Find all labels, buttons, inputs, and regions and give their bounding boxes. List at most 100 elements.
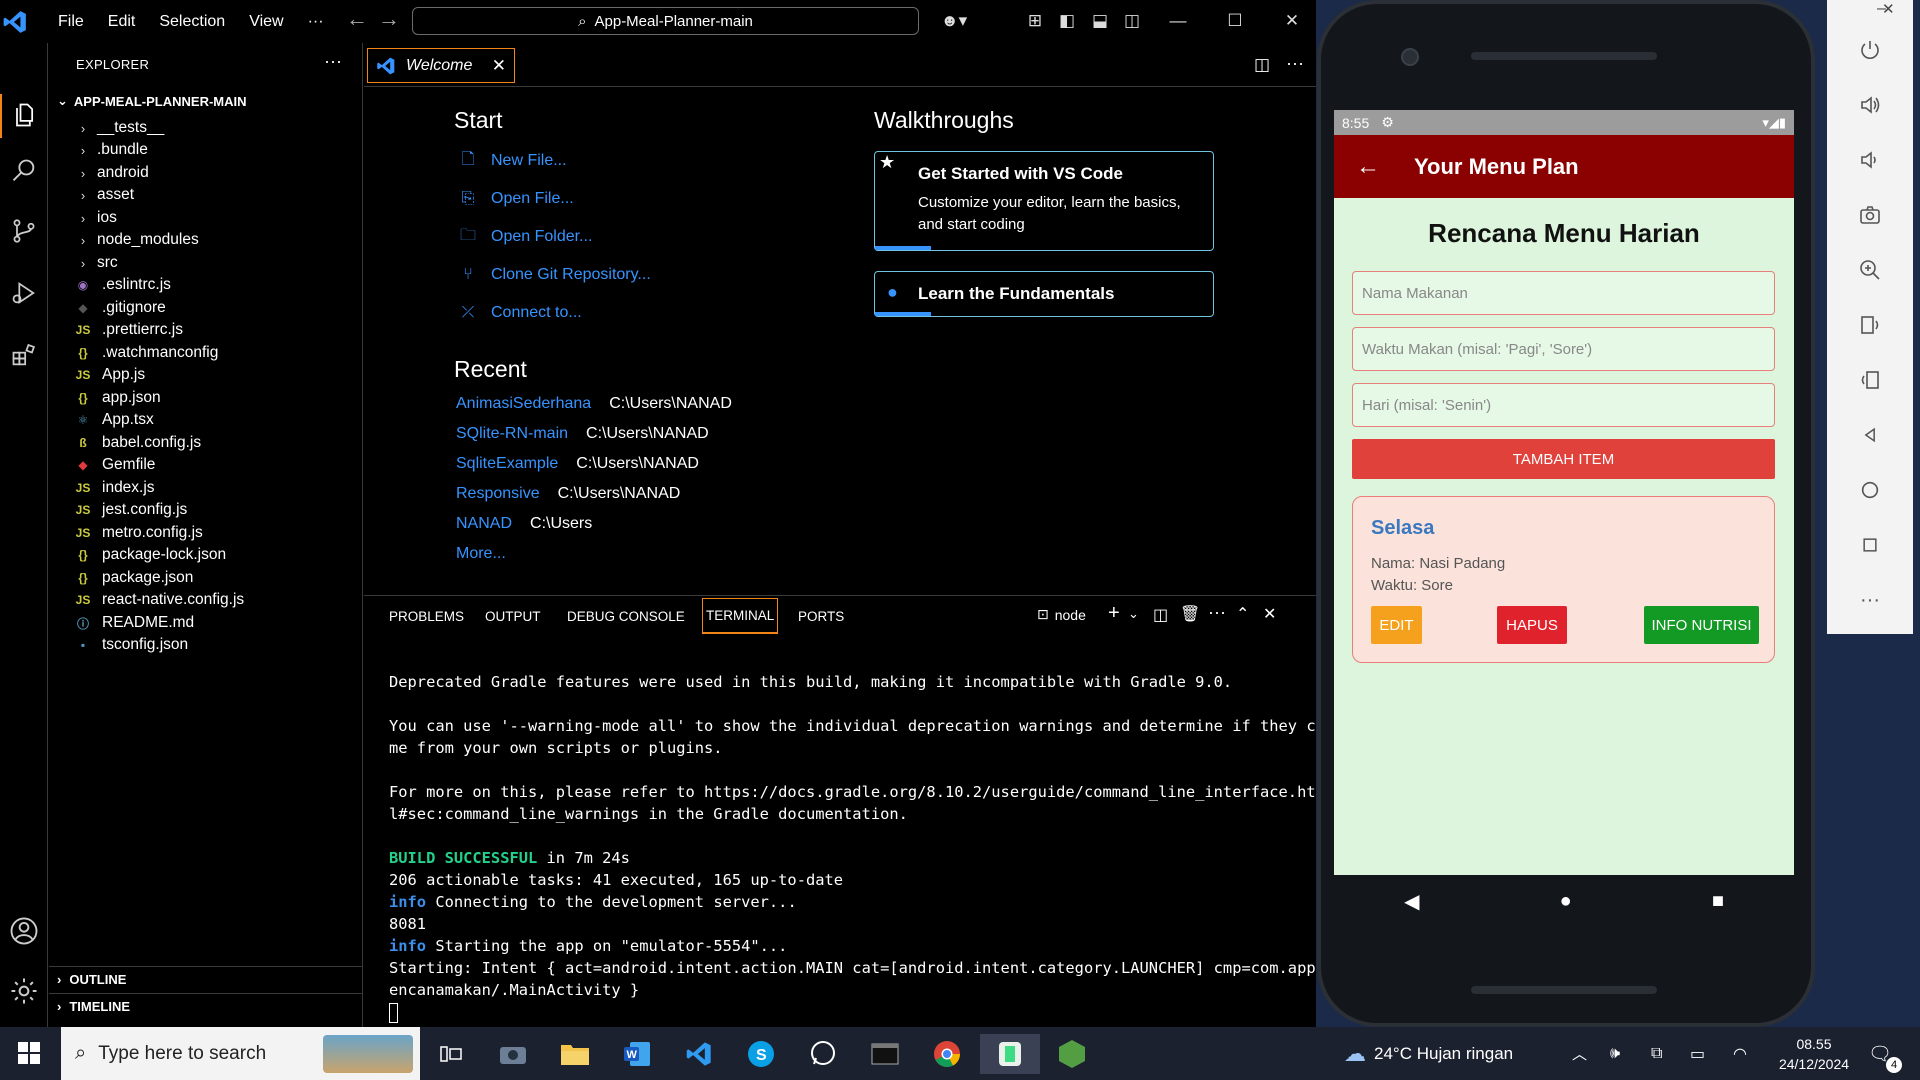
walkthrough-get-started[interactable]: ★ Get Started with VS Code Customize you…: [874, 151, 1214, 251]
rotate-right-icon[interactable]: [1854, 364, 1886, 396]
android-studio-icon[interactable]: [980, 1034, 1040, 1074]
weather-widget[interactable]: ☁ 24°C Hujan ringan: [1344, 1027, 1513, 1080]
clone-repo-link[interactable]: ⑂ Clone Git Repository...: [455, 262, 651, 288]
run-debug-icon[interactable]: [4, 273, 44, 313]
volume-up-icon[interactable]: [1854, 89, 1886, 121]
task-view-icon[interactable]: [428, 1034, 474, 1074]
meal-time-input[interactable]: Waktu Makan (misal: 'Pagi', 'Sore'): [1352, 327, 1775, 371]
nodejs-icon[interactable]: [1048, 1034, 1096, 1074]
tree-file[interactable]: {} app.json: [73, 387, 363, 409]
tree-folder[interactable]: › __tests__: [73, 117, 363, 139]
tree-file[interactable]: ◉ .eslintrc.js: [73, 274, 363, 296]
recent-item[interactable]: Responsive C:\Users\NANAD: [456, 485, 680, 503]
home-icon[interactable]: [1854, 474, 1886, 506]
maximize-icon[interactable]: ☐: [1225, 11, 1245, 31]
back-icon[interactable]: [1854, 419, 1886, 451]
more-options-icon[interactable]: ···: [1854, 584, 1886, 616]
layout-customize-icon[interactable]: ⊞: [1025, 11, 1045, 31]
menu-more[interactable]: ···: [296, 13, 336, 31]
tree-file[interactable]: ◆ .gitignore: [73, 297, 363, 319]
tree-file[interactable]: JS react-native.config.js: [73, 589, 363, 611]
search-icon[interactable]: [4, 151, 44, 191]
close-icon[interactable]: ✕: [1282, 11, 1302, 31]
nav-home-icon[interactable]: ●: [1560, 890, 1572, 913]
rotate-left-icon[interactable]: [1854, 309, 1886, 341]
tree-file[interactable]: JS .prettierrc.js: [73, 319, 363, 341]
screenshot-camera-icon[interactable]: [1854, 199, 1886, 231]
toggle-panel-icon[interactable]: ⬓: [1090, 11, 1110, 31]
project-root-header[interactable]: ⌄ APP-MEAL-PLANNER-MAIN: [57, 93, 247, 109]
delete-button[interactable]: HAPUS: [1497, 606, 1567, 644]
walkthrough-fundamentals[interactable]: ● Learn the Fundamentals: [874, 271, 1214, 317]
chevron-down-icon[interactable]: ⌄: [1128, 606, 1139, 622]
clock[interactable]: 08.55 24/12/2024: [1767, 1027, 1861, 1080]
tree-file[interactable]: ⚛ App.tsx: [73, 409, 363, 431]
tree-folder[interactable]: › ios: [73, 207, 363, 229]
explorer-more-icon[interactable]: ···: [324, 51, 342, 72]
battery-icon[interactable]: ▭: [1690, 1027, 1705, 1080]
menu-view[interactable]: View: [237, 13, 295, 31]
toggle-secondary-sidebar-icon[interactable]: ◫: [1122, 11, 1142, 31]
tab-output[interactable]: OUTPUT: [485, 596, 541, 636]
trash-icon[interactable]: 🗑: [1180, 604, 1200, 624]
close-panel-icon[interactable]: ✕: [1263, 604, 1276, 624]
explorer-icon[interactable]: [4, 95, 44, 135]
volume-down-icon[interactable]: [1854, 144, 1886, 176]
recent-item[interactable]: SQlite-RN-main C:\Users\NANAD: [456, 425, 709, 443]
timeline-section[interactable]: › TIMELINE: [49, 993, 363, 1019]
tree-file[interactable]: {} package.json: [73, 567, 363, 589]
word-icon[interactable]: W: [614, 1034, 660, 1074]
windows-start-icon[interactable]: [18, 1042, 40, 1069]
split-editor-icon[interactable]: ◫: [1254, 55, 1270, 75]
zoom-icon[interactable]: [1854, 254, 1886, 286]
tree-file[interactable]: {} .watchmanconfig: [73, 342, 363, 364]
tab-problems[interactable]: PROBLEMS: [389, 596, 464, 636]
notifications-icon[interactable]: 🗨 4: [1868, 1027, 1902, 1080]
recent-item[interactable]: AnimasiSederhana C:\Users\NANAD: [456, 395, 732, 413]
wifi-icon[interactable]: ◠: [1733, 1027, 1747, 1080]
outline-section[interactable]: › OUTLINE: [49, 966, 363, 992]
day-input[interactable]: Hari (misal: 'Senin'): [1352, 383, 1775, 427]
source-control-icon[interactable]: [4, 211, 44, 251]
toggle-sidebar-icon[interactable]: ◧: [1057, 11, 1077, 31]
vscode-taskbar-icon[interactable]: [676, 1034, 722, 1074]
food-name-input[interactable]: Nama Makanan: [1352, 271, 1775, 315]
whatsapp-icon[interactable]: [800, 1034, 846, 1074]
nav-recents-icon[interactable]: ■: [1712, 890, 1724, 913]
editor-more-icon[interactable]: ···: [1286, 53, 1304, 74]
overview-icon[interactable]: [1854, 529, 1886, 561]
account-icon[interactable]: [4, 911, 44, 951]
tree-file[interactable]: ß babel.config.js: [73, 432, 363, 454]
more-recent-link[interactable]: More...: [456, 545, 506, 563]
tab-ports[interactable]: PORTS: [798, 596, 844, 636]
menu-file[interactable]: File: [46, 13, 96, 31]
power-icon[interactable]: [1854, 34, 1886, 66]
panel-more-icon[interactable]: ···: [1208, 602, 1226, 623]
tree-file[interactable]: JS metro.config.js: [73, 522, 363, 544]
maximize-panel-icon[interactable]: ⌃: [1236, 604, 1249, 624]
tree-folder[interactable]: › android: [73, 162, 363, 184]
command-center-search[interactable]: ⌕ App-Meal-Planner-main: [412, 7, 919, 35]
add-item-button[interactable]: TAMBAH ITEM: [1352, 439, 1775, 479]
split-terminal-icon[interactable]: ◫: [1153, 605, 1168, 625]
nutrition-info-button[interactable]: INFO NUTRISI: [1644, 606, 1759, 644]
close-icon[interactable]: ✕: [1882, 0, 1895, 18]
close-tab-icon[interactable]: ✕: [492, 56, 506, 76]
camera-app-icon[interactable]: [490, 1034, 536, 1074]
tree-folder[interactable]: › asset: [73, 184, 363, 206]
chevron-up-icon[interactable]: ︿: [1572, 1027, 1587, 1080]
open-folder-link[interactable]: 🗀 Open Folder...: [455, 224, 592, 250]
menu-selection[interactable]: Selection: [147, 13, 237, 31]
menu-edit[interactable]: Edit: [96, 13, 148, 31]
tab-debug-console[interactable]: DEBUG CONSOLE: [567, 596, 685, 636]
open-file-link[interactable]: ⎘ Open File...: [455, 186, 574, 212]
forward-arrow-icon[interactable]: →: [372, 6, 406, 32]
terminal-app-icon[interactable]: [862, 1034, 908, 1074]
back-arrow-icon[interactable]: ←: [340, 6, 374, 32]
file-explorer-icon[interactable]: [552, 1034, 598, 1074]
tree-file[interactable]: ⓘ README.md: [73, 612, 363, 634]
nav-back-icon[interactable]: ◀: [1404, 889, 1419, 914]
terminal-selector[interactable]: ⊡ node: [1037, 606, 1086, 623]
tab-terminal[interactable]: TERMINAL: [702, 598, 779, 634]
new-file-link[interactable]: 🗋 New File...: [455, 148, 567, 174]
